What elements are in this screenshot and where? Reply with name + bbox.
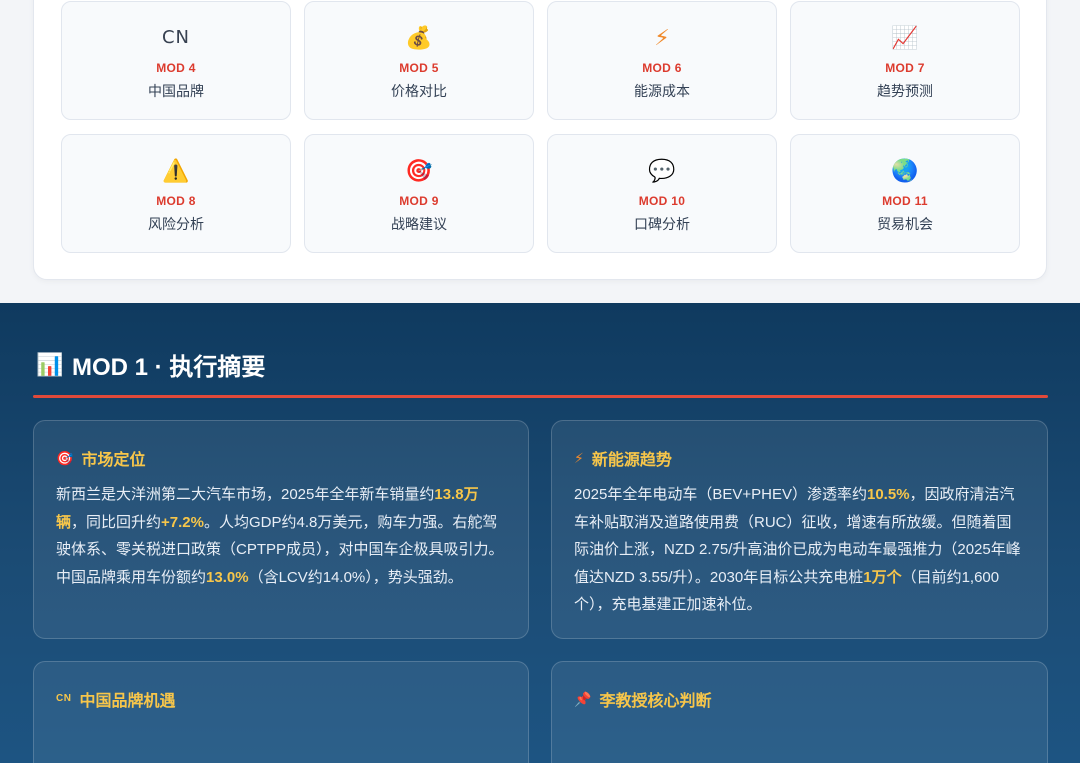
highlight-value: +7.2% [161,513,204,531]
body-text: 2025年全年电动车（BEV+PHEV）渗透率约 [574,486,867,503]
highlight-value: 1万个 [863,568,902,586]
cn-text-icon: CN [161,27,191,48]
modules-card: CN MOD 4 中国品牌 💰 MOD 5 价格对比 ⚡ MOD 6 能源成本 … [33,0,1047,280]
pushpin-icon: 📌 [574,691,592,707]
module-name: 战略建议 [391,216,447,232]
card-body: 新西兰是大洋洲第二大汽车市场，2025年全年新车销量约13.8万辆，同比回升约+… [56,481,506,591]
target-icon: 🎯 [405,158,433,183]
nev-trend-card: ⚡ 新能源趋势 2025年全年电动车（BEV+PHEV）渗透率约10.5%，因政… [551,420,1048,639]
body-text: ，同比回升约 [71,513,162,531]
modules-area: CN MOD 4 中国品牌 💰 MOD 5 价格对比 ⚡ MOD 6 能源成本 … [0,0,1080,303]
section-divider [33,395,1048,398]
module-tile-mod6[interactable]: ⚡ MOD 6 能源成本 [547,1,777,120]
body-text: 新西兰是大洋洲第二大汽车市场，2025年全年新车销量约 [56,486,435,503]
module-tile-mod10[interactable]: 💬 MOD 10 口碑分析 [547,134,777,253]
cn-text-icon: CN [56,693,72,704]
module-tile-mod8[interactable]: ⚠️ MOD 8 风险分析 [61,134,291,253]
money-bag-icon: 💰 [405,25,433,50]
section-heading: 📊 MOD 1 · 执行摘要 [36,347,265,382]
card-title: 新能源趋势 [591,452,672,469]
market-position-card: 🎯 市场定位 新西兰是大洋洲第二大汽车市场，2025年全年新车销量约13.8万辆… [33,420,529,639]
warning-icon: ⚠️ [162,158,190,183]
module-tile-mod11[interactable]: 🌏 MOD 11 贸易机会 [790,134,1020,253]
professor-judgment-card: 📌 李教授核心判断 [551,661,1048,763]
lightning-icon: ⚡ [654,25,670,50]
body-text: （含LCV约14.0%），势头强劲。 [248,568,463,586]
bar-chart-icon: 📊 [36,351,64,377]
module-name: 能源成本 [634,83,690,99]
module-tile-mod9[interactable]: 🎯 MOD 9 战略建议 [304,134,534,253]
module-code: MOD 5 [399,61,439,75]
module-code: MOD 6 [642,61,682,75]
module-name: 价格对比 [391,83,447,99]
card-header: 📌 李教授核心判断 [574,687,711,711]
module-name: 趋势预测 [877,83,933,99]
section-title: MOD 1 · 执行摘要 [72,354,266,381]
module-name: 中国品牌 [148,83,204,99]
card-title: 市场定位 [81,452,146,469]
module-code: MOD 7 [885,61,925,75]
target-icon: 🎯 [56,450,74,466]
module-code: MOD 4 [156,61,196,75]
module-code: MOD 8 [156,194,196,208]
module-name: 口碑分析 [634,216,690,232]
module-tile-mod5[interactable]: 💰 MOD 5 价格对比 [304,1,534,120]
module-name: 风险分析 [148,216,204,232]
module-code: MOD 11 [882,194,928,208]
card-body: 2025年全年电动车（BEV+PHEV）渗透率约10.5%，因政府清洁汽车补贴取… [574,481,1025,619]
card-header: 🎯 市场定位 [56,446,145,470]
card-header: CN 中国品牌机遇 [56,687,175,711]
card-header: ⚡ 新能源趋势 [574,446,672,470]
module-code: MOD 9 [399,194,439,208]
card-title: 李教授核心判断 [599,693,712,710]
lightning-icon: ⚡ [574,450,584,466]
module-tile-mod4[interactable]: CN MOD 4 中国品牌 [61,1,291,120]
globe-icon: 🌏 [891,158,919,183]
module-tile-mod7[interactable]: 📈 MOD 7 趋势预测 [790,1,1020,120]
executive-summary-section: 📊 MOD 1 · 执行摘要 🎯 市场定位 新西兰是大洋洲第二大汽车市场，202… [0,303,1080,763]
module-grid: CN MOD 4 中国品牌 💰 MOD 5 价格对比 ⚡ MOD 6 能源成本 … [61,1,1020,253]
speech-bubble-icon: 💬 [648,158,676,183]
highlight-value: 10.5% [867,486,910,503]
module-name: 贸易机会 [877,216,933,232]
china-brand-card: CN 中国品牌机遇 [33,661,529,763]
module-code: MOD 10 [638,194,686,208]
highlight-value: 13.0% [206,568,249,586]
trend-chart-icon: 📈 [891,25,919,50]
card-title: 中国品牌机遇 [79,693,176,710]
